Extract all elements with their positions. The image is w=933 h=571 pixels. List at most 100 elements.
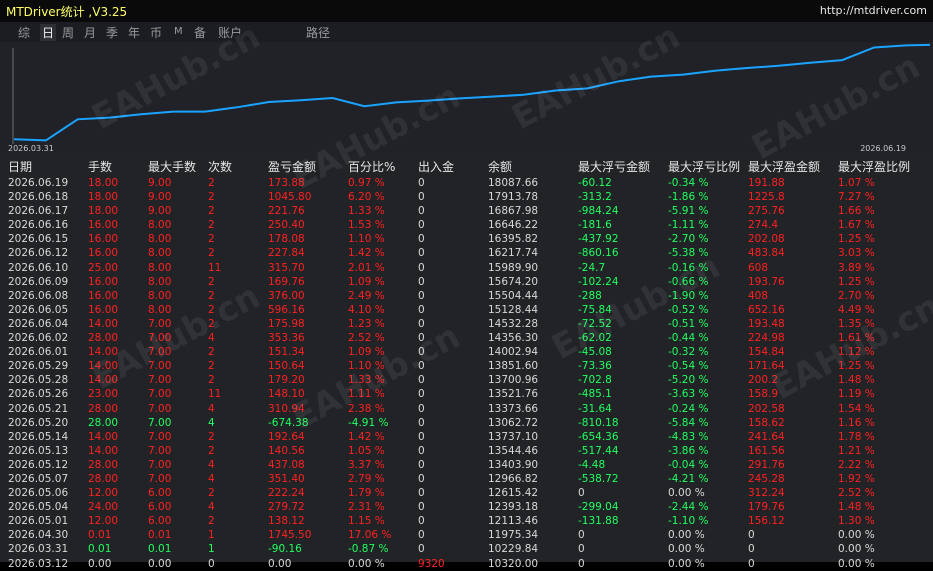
cell-pnl: 178.08 [268, 233, 305, 246]
header-max-float-profit: 最大浮盈金额 [748, 160, 821, 174]
cell-date: 2026.05.04 [8, 501, 69, 514]
cell-date: 2026.06.17 [8, 205, 69, 218]
cell-percent: 1.42 % [348, 430, 385, 443]
tab-m[interactable]: M [174, 26, 183, 37]
cell-date: 2026.06.04 [8, 317, 69, 330]
cell-count: 1 [208, 543, 215, 556]
tab-backup[interactable]: 备 [194, 24, 206, 41]
cell-date: 2026.05.21 [8, 402, 69, 415]
cell-deposit: 0 [418, 233, 425, 246]
cell-lots: 28.00 [88, 332, 119, 345]
cell-date: 2026.04.30 [8, 529, 69, 542]
cell-max-lots: 0.00 [148, 557, 172, 570]
cell-max-float-profit-ratio: 2.22 % [838, 458, 875, 471]
tab-week[interactable]: 周 [62, 24, 74, 41]
cell-date: 2026.06.10 [8, 261, 69, 274]
cell-count: 4 [208, 458, 215, 471]
cell-max-float-profit: 179.76 [748, 501, 785, 514]
cell-max-float-profit-ratio: 1.30 % [838, 515, 875, 528]
cell-max-float-loss-ratio: -0.16 % [668, 261, 709, 274]
cell-pnl: 151.34 [268, 346, 305, 359]
tab-account[interactable]: 账户 [218, 24, 242, 41]
cell-deposit: 0 [418, 360, 425, 373]
tab-day[interactable]: 日 [40, 24, 57, 41]
cell-balance: 13373.66 [488, 402, 539, 415]
cell-max-lots: 8.00 [148, 219, 172, 232]
cell-date: 2026.05.12 [8, 458, 69, 471]
website-link[interactable]: http://mtdriver.com [820, 4, 927, 17]
cell-count: 11 [208, 388, 222, 401]
table-row: 2026.06.02 28.00 7.00 4 353.36 2.52 % 0 14356.3… [0, 331, 933, 345]
cell-balance: 11975.34 [488, 529, 539, 542]
balance-line-chart: 2026.03.31 2026.06.19 [8, 43, 931, 153]
tab-comprehensive[interactable]: 综 [18, 24, 30, 41]
cell-max-float-loss: -24.7 [578, 261, 606, 274]
cell-percent: 1.33 % [348, 374, 385, 387]
cell-lots: 16.00 [88, 247, 119, 260]
cell-max-float-loss: -4.48 [578, 458, 606, 471]
header-date: 日期 [8, 160, 33, 174]
tab-quarter[interactable]: 季 [106, 24, 118, 41]
cell-max-float-loss-ratio: -3.86 % [668, 444, 709, 457]
table-row: 2026.05.12 28.00 7.00 4 437.08 3.37 % 0 13403.9… [0, 458, 933, 472]
cell-percent: 4.10 % [348, 303, 385, 316]
cell-lots: 18.00 [88, 205, 119, 218]
tab-bar: 综日周月季年币 M 备账户 路径 [0, 22, 933, 42]
cell-lots: 14.00 [88, 444, 119, 457]
cell-max-float-loss-ratio: -5.84 % [668, 416, 709, 429]
cell-count: 4 [208, 501, 215, 514]
cell-max-lots: 7.00 [148, 458, 172, 471]
header-count: 次数 [208, 160, 233, 174]
cell-percent: -0.87 % [348, 543, 389, 556]
cell-deposit: 0 [418, 346, 425, 359]
cell-max-float-loss: -73.36 [578, 360, 612, 373]
cell-balance: 13700.96 [488, 374, 539, 387]
cell-max-float-profit-ratio: 2.70 % [838, 289, 875, 302]
cell-count: 4 [208, 402, 215, 415]
cell-balance: 13544.46 [488, 444, 539, 457]
cell-max-lots: 8.00 [148, 289, 172, 302]
tab-currency[interactable]: 币 [150, 24, 162, 41]
cell-max-float-profit: 193.76 [748, 275, 785, 288]
table-row: 2026.05.13 14.00 7.00 2 140.56 1.05 % 0 13544.4… [0, 444, 933, 458]
cell-max-float-profit-ratio: 1.61 % [838, 332, 875, 345]
cell-max-float-loss: -60.12 [578, 177, 612, 189]
cell-max-float-loss-ratio: 0.00 % [668, 557, 705, 570]
cell-percent: 2.49 % [348, 289, 385, 302]
cell-count: 11 [208, 261, 222, 274]
tab-path[interactable]: 路径 [306, 24, 330, 41]
cell-date: 2026.05.20 [8, 416, 69, 429]
cell-max-float-loss-ratio: -0.51 % [668, 317, 709, 330]
cell-max-float-loss-ratio: -0.54 % [668, 360, 709, 373]
cell-max-lots: 7.00 [148, 430, 172, 443]
tab-month[interactable]: 月 [84, 24, 96, 41]
cell-lots: 16.00 [88, 275, 119, 288]
cell-max-float-loss-ratio: -0.66 % [668, 275, 709, 288]
cell-lots: 24.00 [88, 501, 119, 514]
cell-percent: 1.05 % [348, 444, 385, 457]
tab-year[interactable]: 年 [128, 24, 140, 41]
cell-balance: 15128.44 [488, 303, 539, 316]
cell-max-float-loss: -654.36 [578, 430, 619, 443]
cell-balance: 14532.28 [488, 317, 539, 330]
table-row: 2026.05.04 24.00 6.00 4 279.72 2.31 % 0 12393.1… [0, 500, 933, 514]
cell-balance: 16867.98 [488, 205, 539, 218]
cell-count: 2 [208, 444, 215, 457]
table-row: 2026.05.01 12.00 6.00 2 138.12 1.15 % 0 12113.4… [0, 514, 933, 528]
cell-balance: 18087.66 [488, 177, 539, 189]
cell-balance: 13062.72 [488, 416, 539, 429]
cell-percent: 1.09 % [348, 275, 385, 288]
cell-balance: 10229.84 [488, 543, 539, 556]
cell-max-float-loss-ratio: 0.00 % [668, 543, 705, 556]
cell-max-float-profit-ratio: 1.19 % [838, 388, 875, 401]
header-percent: 百分比% [348, 160, 396, 174]
cell-pnl: 310.94 [268, 402, 305, 415]
cell-pnl: 179.20 [268, 374, 305, 387]
cell-pnl: 353.36 [268, 332, 305, 345]
cell-lots: 14.00 [88, 374, 119, 387]
cell-deposit: 0 [418, 247, 425, 260]
cell-percent: 2.38 % [348, 402, 385, 415]
table-row: 2026.06.18 18.00 9.00 2 1045.80 6.20 % 0 17913.… [0, 190, 933, 204]
cell-date: 2026.05.07 [8, 472, 69, 485]
cell-max-lots: 6.00 [148, 487, 172, 500]
